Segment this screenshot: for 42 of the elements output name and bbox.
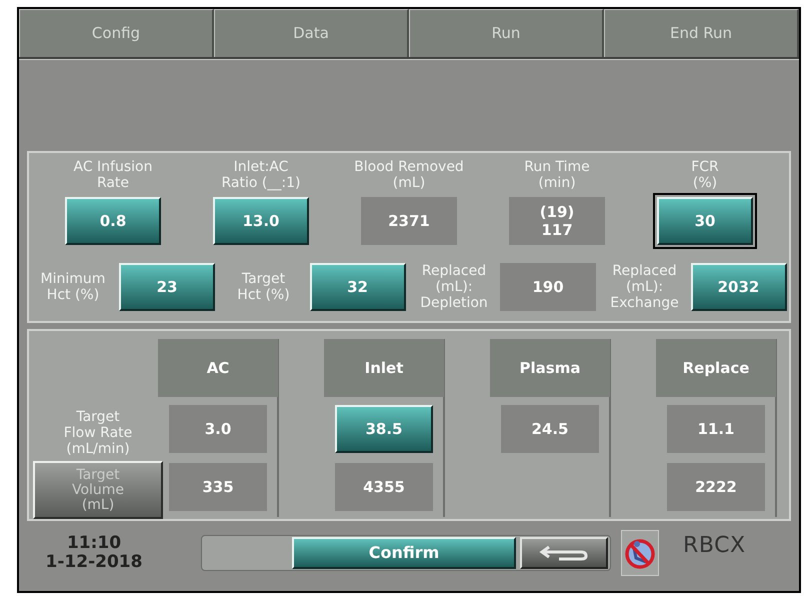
value-display: 4355	[335, 463, 433, 511]
field-label: Run Time (min)	[524, 159, 590, 193]
value-display: 11.1	[667, 405, 765, 453]
value-button[interactable]: 0.8	[65, 197, 161, 245]
back-button[interactable]	[520, 537, 608, 569]
field-label: Blood Removed (mL)	[354, 159, 464, 193]
row-label-button[interactable]: Target Volume (mL)	[33, 461, 163, 519]
tab[interactable]: End Run	[604, 9, 799, 57]
value-display: 3.0	[169, 405, 267, 453]
return-arrow-icon	[539, 545, 589, 561]
value-display: (19) 117	[509, 197, 605, 245]
value-display: 2371	[361, 197, 457, 245]
field-label: AC Infusion Rate	[74, 159, 152, 193]
field-label: Replaced (mL): Depletion	[419, 263, 489, 311]
confirm-button[interactable]: Confirm	[292, 537, 516, 569]
value-display: 190	[500, 263, 596, 311]
mode-label: RBCX	[683, 532, 746, 560]
clock-time: 11:10	[66, 534, 122, 553]
no-patient-icon	[621, 530, 659, 576]
tab[interactable]: Config	[19, 9, 214, 57]
tab[interactable]: Run	[409, 9, 604, 57]
column-header: Replace	[656, 339, 776, 397]
value-display: 335	[169, 463, 267, 511]
field-label: FCR (%)	[691, 159, 719, 193]
tab[interactable]: Data	[214, 9, 409, 57]
field-label: Inlet:AC Ratio (__:1)	[222, 159, 300, 193]
value-button[interactable]: 23	[119, 263, 215, 311]
field-label: Minimum Hct (%)	[40, 271, 106, 303]
value-button[interactable]: 32	[310, 263, 406, 311]
column-header: AC	[158, 339, 278, 397]
value-display: 2222	[667, 463, 765, 511]
column-header: Inlet	[324, 339, 444, 397]
value-button[interactable]: 38.5	[335, 405, 433, 453]
value-button[interactable]: 13.0	[213, 197, 309, 245]
value-button[interactable]: 30	[657, 197, 753, 245]
field-label: Replaced (mL): Exchange	[609, 263, 680, 311]
date-text: 1-12-2018	[46, 553, 142, 572]
column-header: Plasma	[490, 339, 610, 397]
value-button[interactable]: 2032	[690, 263, 786, 311]
value-display: 24.5	[501, 405, 599, 453]
field-label: Target Hct (%)	[236, 271, 291, 303]
row-label: Target Flow Rate (mL/min)	[62, 408, 134, 459]
